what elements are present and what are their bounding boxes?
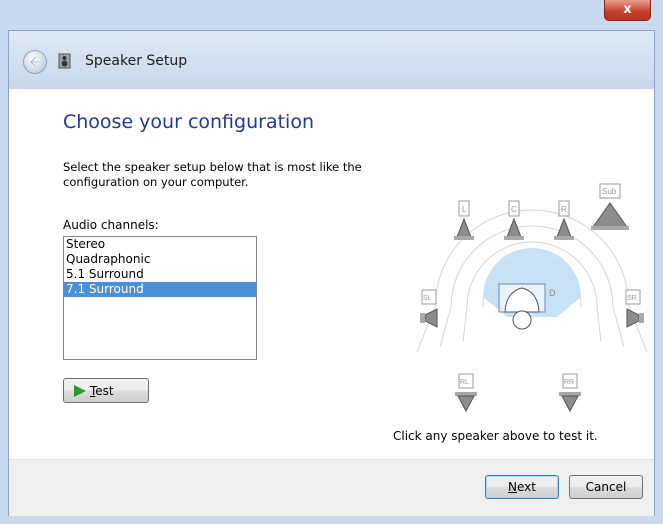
test-button-label: Test bbox=[90, 384, 114, 398]
svg-text:RL: RL bbox=[460, 379, 469, 386]
listener-label: D bbox=[549, 288, 556, 298]
svg-text:Sub: Sub bbox=[602, 187, 617, 196]
list-item-quadraphonic[interactable]: Quadraphonic bbox=[64, 252, 256, 267]
speaker-rear-right[interactable]: RR bbox=[559, 373, 581, 413]
audio-channels-label: Audio channels: bbox=[63, 218, 159, 232]
content-area: Choose your configuration Select the spe… bbox=[9, 89, 654, 459]
list-item-5-1-surround[interactable]: 5.1 Surround bbox=[64, 267, 256, 282]
title-bar: x bbox=[0, 0, 663, 30]
back-button[interactable] bbox=[23, 50, 47, 74]
list-item-stereo[interactable]: Stereo bbox=[64, 237, 256, 252]
close-button[interactable]: x bbox=[604, 0, 651, 21]
instruction-text: Select the speaker setup below that is m… bbox=[63, 160, 362, 189]
speaker-subwoofer[interactable]: Sub bbox=[591, 183, 629, 230]
svg-text:SL: SL bbox=[423, 295, 432, 302]
speaker-diagram: D L C R Sub SL SR RL RR bbox=[416, 183, 648, 413]
speaker-setup-icon bbox=[58, 53, 71, 69]
speaker-side-right[interactable]: SR bbox=[625, 289, 644, 328]
dialog-client-area: Speaker Setup Choose your configuration … bbox=[8, 30, 655, 516]
svg-text:L: L bbox=[462, 205, 467, 214]
audio-channels-list[interactable]: Stereo Quadraphonic 5.1 Surround 7.1 Sur… bbox=[63, 236, 257, 360]
speaker-front-left[interactable]: L bbox=[454, 200, 474, 240]
test-button[interactable]: Test bbox=[63, 378, 149, 403]
navigation-bar: Speaker Setup bbox=[9, 31, 654, 89]
svg-text:SR: SR bbox=[627, 295, 637, 302]
close-icon: x bbox=[623, 2, 632, 17]
speaker-center[interactable]: C bbox=[504, 200, 524, 240]
list-item-7-1-surround[interactable]: 7.1 Surround bbox=[64, 282, 256, 297]
speaker-setup-window: x Speaker Setup Choose your configuratio… bbox=[0, 0, 663, 524]
cancel-button[interactable]: Cancel bbox=[569, 475, 643, 499]
next-button[interactable]: Next bbox=[485, 475, 559, 499]
page-title: Speaker Setup bbox=[85, 53, 188, 69]
speaker-rear-left[interactable]: RL bbox=[455, 373, 477, 413]
play-icon bbox=[74, 385, 86, 397]
speaker-front-right[interactable]: R bbox=[554, 200, 574, 240]
button-footer: Next Cancel bbox=[9, 459, 654, 516]
svg-text:RR: RR bbox=[564, 379, 574, 386]
back-arrow-icon bbox=[29, 56, 40, 68]
svg-text:R: R bbox=[561, 205, 567, 214]
click-speaker-hint: Click any speaker above to test it. bbox=[393, 429, 598, 443]
configuration-heading: Choose your configuration bbox=[63, 111, 314, 133]
svg-text:C: C bbox=[511, 205, 517, 214]
